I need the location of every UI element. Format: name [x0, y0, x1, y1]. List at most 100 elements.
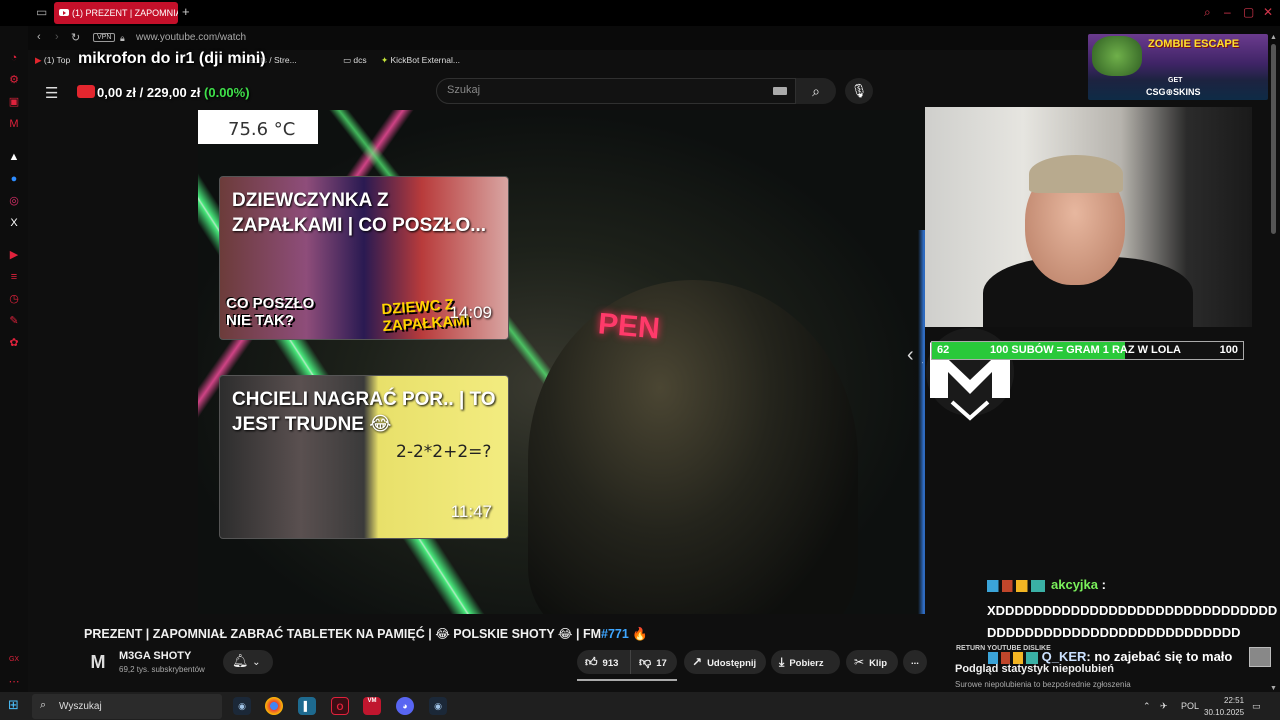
temperature-overlay: 75.6 °C	[198, 110, 318, 144]
gx-icon[interactable]: GX	[7, 653, 21, 667]
more-dots-icon[interactable]: ⋯	[7, 675, 21, 689]
player-icon[interactable]: ▶	[7, 248, 21, 262]
dislike-button[interactable]: 👎︎ 17	[630, 650, 677, 674]
voice-search-button[interactable]: 🎙︎	[845, 78, 873, 104]
minimize-button[interactable]: –	[1224, 5, 1231, 19]
network-icon[interactable]: ✈	[1160, 701, 1168, 712]
taskbar-clock[interactable]: 22:51 30.10.2025	[1204, 695, 1244, 719]
search-tabs-icon[interactable]: ⌕	[1204, 5, 1211, 20]
x-twitter-icon[interactable]: X	[7, 216, 21, 230]
more-actions-button[interactable]: ...	[903, 650, 927, 674]
url-field[interactable]: www.youtube.com/watch	[136, 32, 246, 43]
video-title-text: PREZENT | ZAPOMNIAŁ ZABRAĆ TABLETEK NA P…	[84, 627, 602, 641]
maximize-button[interactable]: ▢	[1243, 5, 1254, 19]
video-title-emoji: 🔥	[632, 627, 648, 641]
m-app-icon[interactable]: M	[7, 117, 21, 131]
search-icon: ⌕	[812, 83, 820, 99]
settings-icon[interactable]: ✿	[7, 336, 21, 350]
back-icon[interactable]: ‹	[37, 31, 41, 43]
extensions-icon[interactable]: ⚙	[7, 73, 21, 87]
microphone-icon: 🎙︎	[850, 83, 868, 98]
voicemeeter-icon[interactable]: VM	[363, 697, 381, 715]
page-scrollbar[interactable]: ▲ ▼	[1269, 34, 1278, 692]
light-beam	[918, 230, 925, 614]
video-thumbnail[interactable]: DZIEWCZYNKA Z ZAPAŁKAMI | CO POSZŁO... C…	[219, 176, 509, 340]
aria-icon[interactable]: ◔	[7, 51, 21, 65]
opera-gx-icon[interactable]: O	[331, 697, 349, 715]
youtube-bookmark-icon: ▶	[35, 55, 42, 65]
files-icon[interactable]: ▌	[298, 697, 316, 715]
zombie-art	[1092, 36, 1142, 76]
windows-start-icon[interactable]: ⊞	[8, 698, 22, 712]
video-hashtag[interactable]: #771	[601, 627, 629, 641]
clock-time: 22:51	[1224, 696, 1245, 705]
video-thumbnail[interactable]: 2-2*2+2=? CHCIELI NAGRAĆ POR.. | TO JEST…	[219, 375, 509, 539]
prev-arrow-icon: ‹	[907, 344, 914, 366]
mic-goal-title: mikrofon do ir1 (dji mini)	[78, 50, 266, 67]
more-dots-icon: ...	[911, 656, 919, 667]
notification-bell-button[interactable]: 🔔︎ ⌄	[223, 650, 273, 674]
chat-avatar	[1249, 647, 1271, 667]
download-button[interactable]: ⤓ Pobierz	[771, 650, 840, 674]
thumbnail-duration: 14:09	[449, 303, 492, 322]
banner-brand: CSG⊕SKINS	[1146, 87, 1201, 97]
bookmark-item[interactable]: ✦ KickBot External...	[381, 55, 460, 66]
chat-separator: :	[1101, 577, 1106, 592]
download-icon: ⤓	[779, 655, 785, 669]
search-input[interactable]	[436, 78, 796, 104]
ryd-subtitle: Surowe niepolubienia to bezpośrednie zgł…	[955, 680, 1131, 689]
channel-name[interactable]: M3GA SHOTY	[119, 650, 191, 662]
webcam-overlay	[925, 107, 1252, 327]
discord-icon[interactable]: ◕	[396, 697, 414, 715]
steam-icon[interactable]: ◉	[233, 697, 251, 715]
messenger-blue-icon[interactable]: ●	[7, 172, 21, 186]
like-button[interactable]: 👍︎ 913	[577, 650, 630, 674]
instagram-icon[interactable]: ◎	[7, 194, 21, 208]
bookmark-item[interactable]: ▭ dcs	[343, 55, 367, 66]
banner-get: GET	[1168, 77, 1183, 84]
messenger-icon[interactable]: ▣	[7, 95, 21, 109]
arc-app-icon[interactable]: ▲	[7, 150, 21, 164]
clip-button[interactable]: ✂ Klip	[846, 650, 898, 674]
share-button[interactable]: ↗ Udostępnij	[684, 650, 766, 674]
pinboard-icon[interactable]: ✎	[7, 314, 21, 328]
goal-separator: /	[139, 85, 144, 100]
chevron-down-icon: ⌄	[252, 657, 261, 668]
scissors-icon: ✂	[854, 655, 865, 669]
close-button[interactable]: ✕	[1263, 5, 1273, 19]
search-icon: ⌕	[40, 699, 47, 711]
keyboard-icon[interactable]	[773, 87, 787, 95]
clock-date: 30.10.2025	[1204, 708, 1245, 717]
new-tab-button[interactable]: +	[182, 4, 190, 19]
bookmark-item[interactable]: ▶ (1) Top	[35, 55, 70, 66]
steam-icon-2[interactable]: ◉	[429, 697, 447, 715]
chrome-icon[interactable]	[265, 697, 283, 715]
notifications-icon[interactable]: ▭	[1252, 701, 1261, 712]
youtube-logo-icon[interactable]	[77, 85, 95, 98]
reload-icon[interactable]: ↻	[71, 31, 80, 44]
tray-chevron-icon[interactable]: ⌃	[1143, 701, 1151, 712]
scrollbar-thumb[interactable]	[1271, 44, 1276, 234]
scroll-up-icon[interactable]: ▲	[1270, 34, 1277, 41]
tab-switcher-icon[interactable]: ▭	[36, 5, 47, 19]
search-placeholder: Szukaj	[447, 84, 481, 96]
forward-icon[interactable]: ›	[55, 31, 59, 43]
dislike-count: 17	[656, 658, 667, 669]
vpn-badge[interactable]: VPN	[93, 33, 116, 42]
video-title: PREZENT | ZAPOMNIAŁ ZABRAĆ TABLETEK NA P…	[84, 626, 648, 642]
history-icon[interactable]: ◷	[7, 292, 21, 306]
like-ratio-bar	[577, 679, 677, 681]
channel-avatar[interactable]: M	[86, 650, 110, 674]
thumbs-up-icon: 👍︎	[585, 655, 598, 669]
wallet-icon[interactable]: ≡	[7, 270, 21, 284]
lock-icon[interactable]: 🔒︎	[120, 33, 125, 44]
channel-subscribers: 69,2 tys. subskrybentów	[119, 665, 205, 674]
thumbnail-title: DZIEWCZYNKA Z ZAPAŁKAMI | CO POSZŁO...	[232, 190, 487, 236]
thumbs-down-icon: 👎︎	[639, 655, 652, 669]
sub-goal-bar: 62 100 SUBÓW = GRAM 1 RAZ W LOLA 100	[931, 341, 1244, 360]
language-indicator[interactable]: POL	[1181, 701, 1199, 711]
tab-active[interactable]: (1) PREZENT | ZAPOMNIAŁ	[54, 2, 178, 24]
menu-icon[interactable]: ☰	[45, 84, 58, 102]
search-button[interactable]: ⌕	[796, 78, 836, 104]
scroll-down-icon[interactable]: ▼	[1270, 685, 1277, 692]
